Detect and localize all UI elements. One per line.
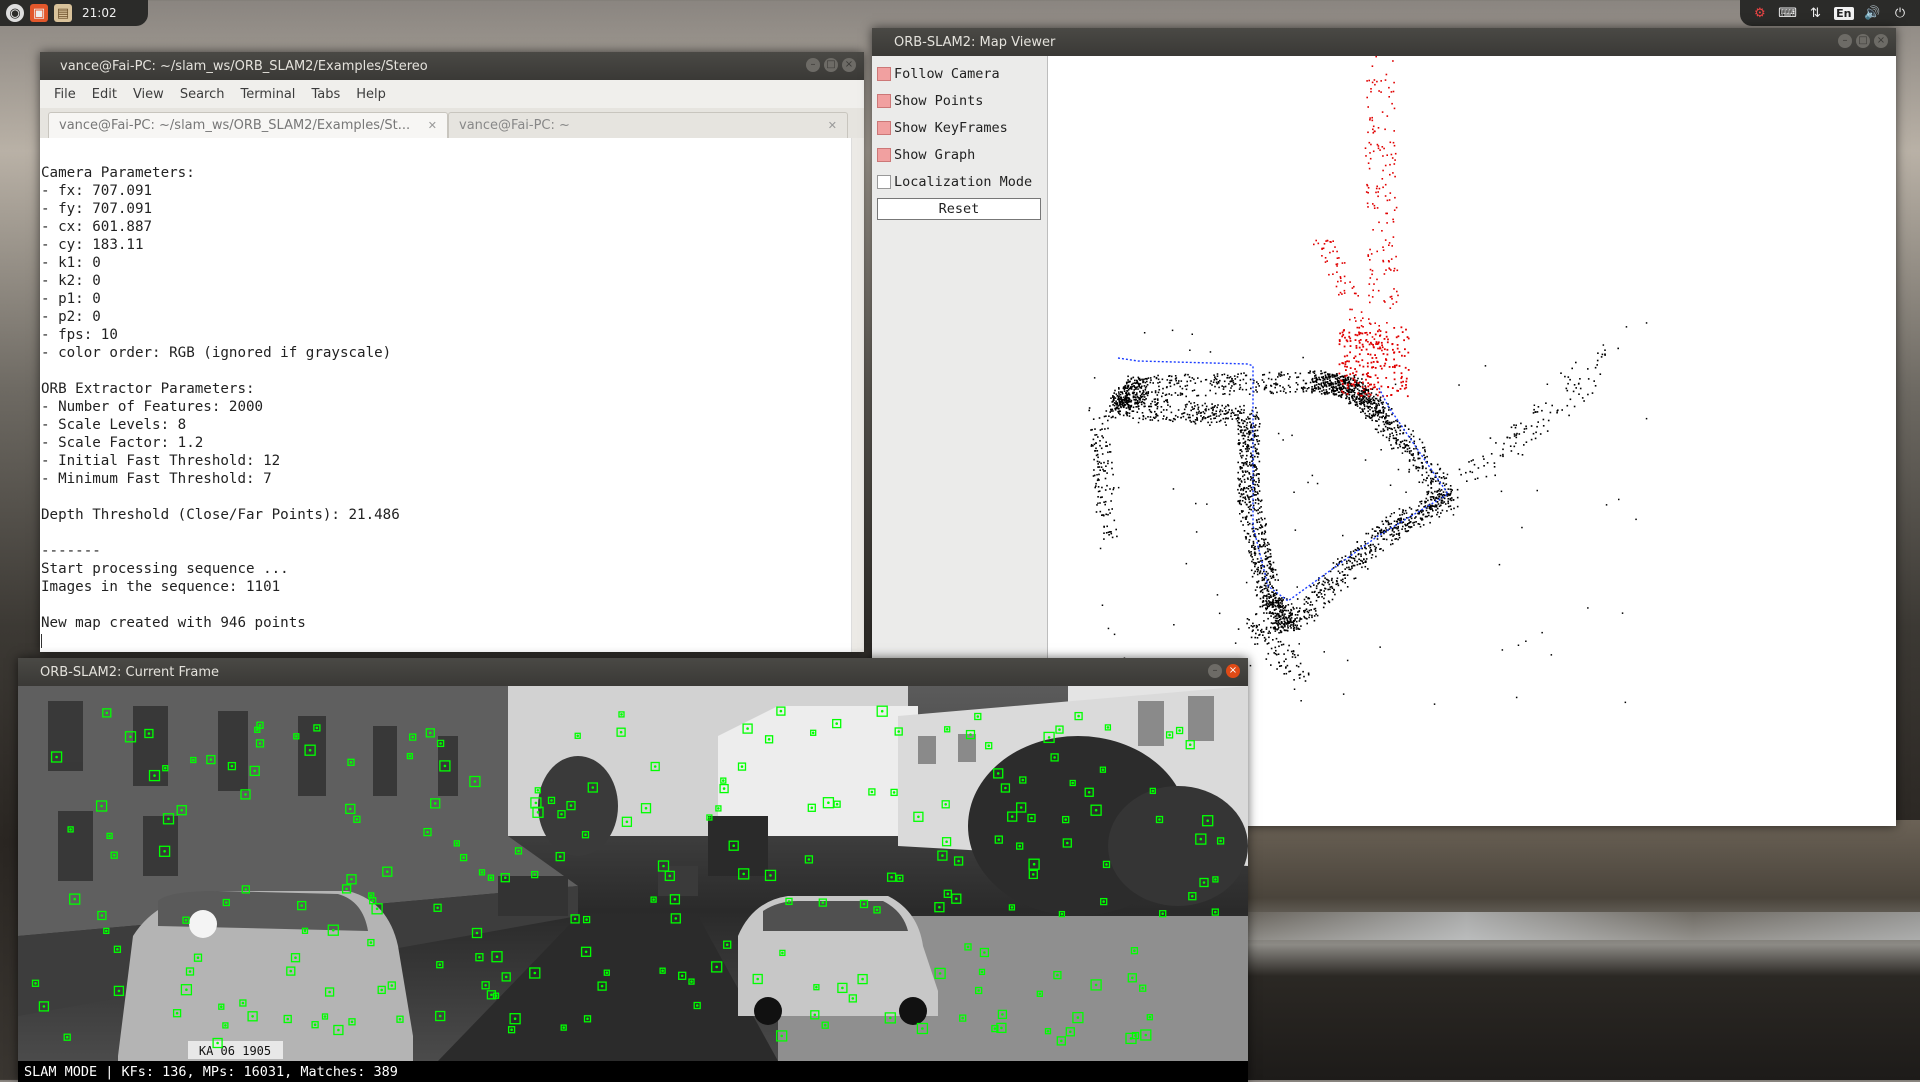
terminal-tabbar: vance@Fai-PC: ~/slam_ws/ORB_SLAM2/Exampl… (40, 108, 864, 139)
maximize-icon[interactable]: □ (1856, 34, 1870, 48)
checkbox-icon[interactable] (877, 93, 891, 108)
tab-label: vance@Fai-PC: ~/slam_ws/ORB_SLAM2/Exampl… (59, 118, 411, 133)
close-icon[interactable]: × (1874, 34, 1888, 48)
option-label: Follow Camera (894, 65, 1000, 82)
checkbox-icon[interactable] (877, 174, 891, 189)
option-label: Show KeyFrames (894, 119, 1008, 136)
current-frame-title: ORB-SLAM2: Current Frame (40, 664, 220, 680)
map-viewer-title: ORB-SLAM2: Map Viewer (894, 34, 1056, 50)
power-icon[interactable]: ⏻ (1891, 4, 1909, 22)
tracking-status-bar: SLAM MODE | KFs: 136, MPs: 16031, Matche… (18, 1061, 1248, 1082)
volume-icon[interactable]: 🔊 (1863, 4, 1881, 22)
minimize-icon[interactable]: – (1208, 664, 1222, 678)
menu-file[interactable]: File (46, 87, 84, 102)
license-plate: KA 06 1905 (199, 1044, 271, 1058)
terminal-titlebar[interactable]: vance@Fai-PC: ~/slam_ws/ORB_SLAM2/Exampl… (40, 52, 864, 80)
desktop-wallpaper (1240, 820, 1920, 1080)
network-arrows-icon[interactable]: ⇅ (1806, 4, 1824, 22)
terminal-output[interactable]: Camera Parameters: - fx: 707.091 - fy: 7… (40, 138, 864, 652)
menu-edit[interactable]: Edit (84, 87, 125, 102)
top-panel-left: ◉ ▣ ▤ 21:02 (0, 0, 148, 26)
localization-mode-checkbox[interactable]: Localization Mode (872, 168, 1047, 195)
maximize-icon[interactable]: □ (824, 58, 838, 72)
tab-close-icon[interactable]: ✕ (428, 119, 437, 132)
menu-terminal[interactable]: Terminal (232, 87, 303, 102)
map-viewer-titlebar[interactable]: ORB-SLAM2: Map Viewer – □ × (872, 28, 1896, 56)
terminal-title: vance@Fai-PC: ~/slam_ws/ORB_SLAM2/Exampl… (60, 58, 428, 74)
reset-button[interactable]: Reset (877, 198, 1041, 220)
checkbox-icon[interactable] (877, 66, 891, 81)
street-scene: KA 06 1905 (18, 686, 1248, 1061)
checkbox-icon[interactable] (877, 147, 891, 162)
follow-camera-checkbox[interactable]: Follow Camera (872, 60, 1047, 87)
checkbox-icon[interactable] (877, 120, 891, 135)
language-indicator[interactable]: En (1834, 6, 1854, 20)
terminal-tab-stereo[interactable]: vance@Fai-PC: ~/slam_ws/ORB_SLAM2/Exampl… (48, 112, 448, 138)
terminal-window: vance@Fai-PC: ~/slam_ws/ORB_SLAM2/Exampl… (40, 52, 864, 652)
terminal-scrollbar[interactable] (851, 138, 864, 652)
close-icon[interactable]: × (842, 58, 856, 72)
terminal-tab-home[interactable]: vance@Fai-PC: ~ ✕ (448, 112, 848, 138)
show-graph-checkbox[interactable]: Show Graph (872, 141, 1047, 168)
keyboard-icon[interactable]: ⌨ (1778, 4, 1797, 22)
menu-view[interactable]: View (125, 87, 172, 102)
option-label: Show Graph (894, 146, 976, 163)
menu-search[interactable]: Search (172, 87, 233, 102)
show-keyframes-checkbox[interactable]: Show KeyFrames (872, 114, 1047, 141)
app-launcher-icon[interactable]: ▣ (30, 4, 48, 22)
terminal-cursor (41, 634, 42, 648)
show-points-checkbox[interactable]: Show Points (872, 87, 1047, 114)
current-frame-titlebar[interactable]: ORB-SLAM2: Current Frame – × (18, 658, 1248, 686)
minimize-icon[interactable]: – (806, 58, 820, 72)
terminal-menubar: File Edit View Search Terminal Tabs Help (40, 80, 864, 108)
tab-label: vance@Fai-PC: ~ (459, 118, 570, 133)
close-icon[interactable]: × (1226, 664, 1240, 678)
top-panel-right: ⚙ ⌨ ⇅ En 🔊 ⏻ (1740, 0, 1920, 26)
panel-clock[interactable]: 21:02 (82, 6, 117, 20)
option-label: Localization Mode (894, 173, 1033, 190)
settings-gear-icon[interactable]: ⚙ (1751, 4, 1769, 22)
menu-tabs[interactable]: Tabs (303, 87, 348, 102)
option-label: Show Points (894, 92, 984, 109)
minimize-icon[interactable]: – (1838, 34, 1852, 48)
tab-close-icon[interactable]: ✕ (828, 119, 837, 132)
menu-help[interactable]: Help (348, 87, 394, 102)
terminal-text: Camera Parameters: - fx: 707.091 - fy: 7… (40, 138, 864, 650)
current-frame-window: ORB-SLAM2: Current Frame – × KA 06 1905 … (18, 658, 1248, 1082)
files-icon[interactable]: ▤ (54, 4, 72, 22)
ubuntu-logo-icon[interactable]: ◉ (6, 4, 24, 22)
camera-frame-image: KA 06 1905 (18, 686, 1248, 1061)
